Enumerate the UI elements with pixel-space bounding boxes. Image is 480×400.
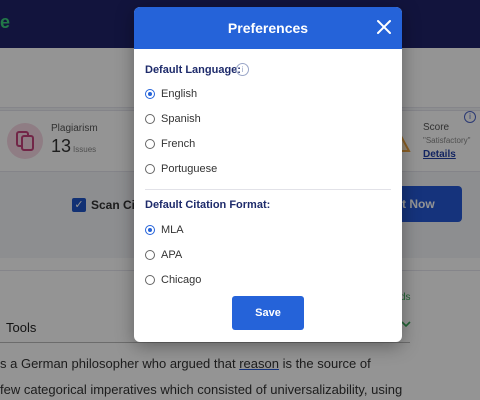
radio-label: French [161, 138, 196, 150]
modal-header: Preferences [134, 7, 402, 49]
radio-label: Portuguese [161, 163, 218, 175]
section-divider [145, 189, 391, 190]
radio-button[interactable] [145, 250, 155, 260]
radio-label: Chicago [161, 274, 202, 286]
save-button[interactable]: Save [232, 296, 304, 330]
radio-label: APA [161, 249, 183, 261]
radio-button[interactable] [145, 275, 155, 285]
radio-button[interactable] [145, 164, 155, 174]
radio-button[interactable] [145, 89, 155, 99]
radio-label: Spanish [161, 113, 201, 125]
info-icon[interactable]: i [236, 63, 249, 76]
close-icon[interactable] [374, 17, 394, 37]
modal-title: Preferences [227, 20, 309, 36]
preferences-modal: Preferences Default Language: i English … [134, 7, 402, 342]
radio-label: MLA [161, 224, 184, 236]
radio-label: English [161, 88, 198, 100]
radio-button[interactable] [145, 139, 155, 149]
default-citation-title: Default Citation Format: [145, 199, 271, 211]
radio-button[interactable] [145, 225, 155, 235]
radio-button[interactable] [145, 114, 155, 124]
default-language-title: Default Language: [145, 64, 241, 76]
